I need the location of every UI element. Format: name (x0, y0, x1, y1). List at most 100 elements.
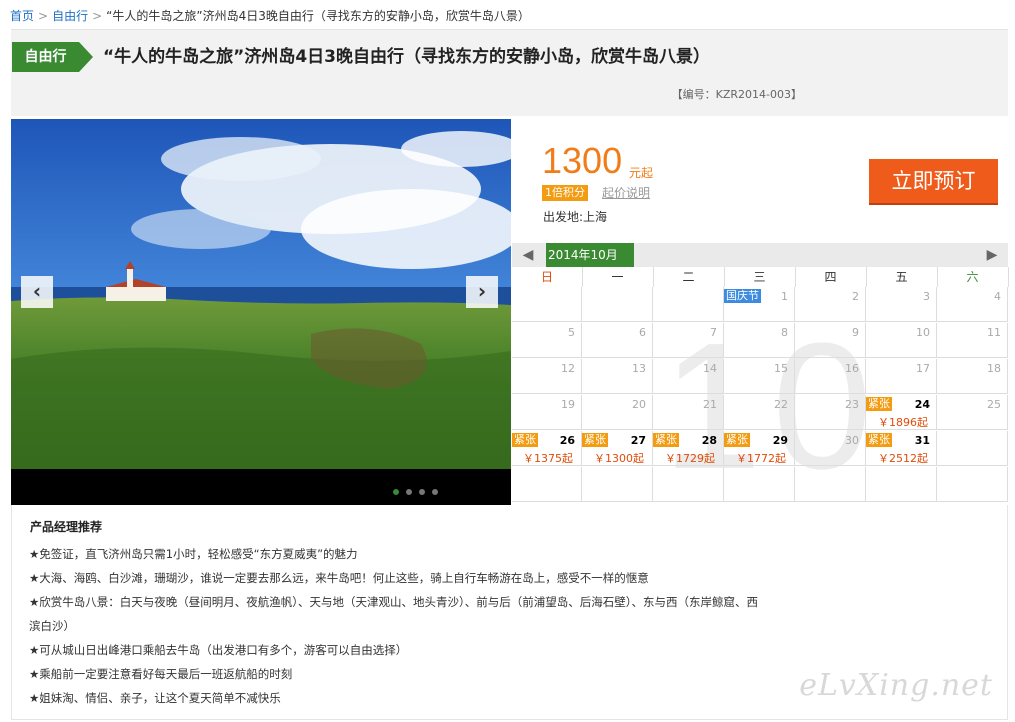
day-number: 2 (852, 290, 859, 303)
day-price: ￥2512起 (878, 452, 928, 465)
site-watermark: eLvXing.net (799, 668, 993, 703)
recommend-item: ★乘船前一定要注意看好每天最后一班返航船的时刻 (29, 667, 293, 681)
chevron-right-icon: > (92, 9, 103, 23)
day-number: 1 (781, 290, 788, 303)
chevron-right-icon: > (38, 9, 49, 23)
calendar-day: 20 (582, 395, 653, 430)
calendar-day: 30 (795, 431, 866, 466)
breadcrumb-current: “牛人的牛岛之旅”济州岛4日3晚自由行（寻找东方的安静小岛，欣赏牛岛八景） (106, 9, 530, 23)
book-now-button[interactable]: 立即预订 (869, 159, 998, 203)
availability-badge: 紧张 (653, 433, 679, 447)
weekday-header: 日 (512, 267, 583, 287)
photo-gallery: ‹ › (11, 119, 511, 505)
calendar-month: 2014年10月 (546, 243, 634, 267)
day-number: 26 (559, 434, 575, 447)
calendar-day: 15 (724, 359, 795, 394)
product-header: 自由行 “牛人的牛岛之旅”济州岛4日3晚自由行（寻找东方的安静小岛，欣赏牛岛八景… (11, 29, 1008, 116)
weekday-header: 四 (795, 267, 867, 287)
calendar-day: 23 (795, 395, 866, 430)
gallery-dot[interactable] (432, 489, 438, 495)
weekday-header: 六 (937, 267, 1009, 287)
day-number: 11 (987, 326, 1001, 339)
calendar-day (937, 467, 1008, 502)
day-price: ￥1300起 (594, 452, 644, 465)
calendar-day[interactable]: 29 紧张 ￥1772起 (724, 431, 795, 466)
price-value: 1300 (542, 140, 623, 181)
calendar-day: 8 (724, 323, 795, 358)
recommend-item: ★姐妹淘、情侣、亲子，让这个夏天简单不减快乐 (29, 691, 281, 705)
gallery-dot[interactable] (406, 489, 412, 495)
day-number: 4 (994, 290, 1001, 303)
calendar-day[interactable]: 26 紧张 ￥1375起 (512, 431, 582, 466)
price-unit: 元起 (629, 166, 654, 180)
calendar-day: 16 (795, 359, 866, 394)
product-code: 【编号：KZR2014-003】 (671, 88, 802, 101)
availability-badge: 紧张 (582, 433, 608, 447)
recommend-item: ★欣赏牛岛八景：白天与夜晚（昼间明月、夜航渔帆）、天与地（天津观山、地头青沙）、… (29, 595, 759, 609)
day-price: ￥1375起 (523, 452, 573, 465)
calendar-day: 6 (582, 323, 653, 358)
calendar-day: 14 (653, 359, 724, 394)
breadcrumb-home-link[interactable]: 首页 (10, 9, 34, 23)
calendar-day: 5 (512, 323, 582, 358)
day-number: 9 (852, 326, 859, 339)
weekday-header: 五 (866, 267, 938, 287)
day-number: 29 (772, 434, 788, 447)
breadcrumb-category-link[interactable]: 自由行 (52, 9, 88, 23)
price-panel: 1300 元起 1倍积分 起价说明 出发地:上海 立即预订 (512, 119, 1008, 243)
day-number: 30 (845, 434, 859, 447)
calendar-day[interactable]: 31 紧张 ￥2512起 (866, 431, 937, 466)
availability-badge: 紧张 (866, 433, 892, 447)
category-tag: 自由行 (12, 42, 93, 72)
day-number: 16 (845, 362, 859, 375)
recommend-item: ★免签证，直飞济州岛只需1小时，轻松感受“东方夏威夷”的魅力 (29, 547, 358, 561)
day-number: 24 (914, 398, 930, 411)
calendar-day (724, 467, 795, 502)
calendar-day: 9 (795, 323, 866, 358)
day-number: 3 (923, 290, 930, 303)
calendar-day: 4 (937, 287, 1008, 322)
day-number: 20 (632, 398, 646, 411)
day-number: 14 (703, 362, 717, 375)
calendar-day: 21 (653, 395, 724, 430)
points-badge: 1倍积分 (542, 185, 588, 201)
gallery-dot[interactable] (393, 489, 399, 495)
calendar-day[interactable]: 27 紧张 ￥1300起 (582, 431, 653, 466)
calendar-day: 13 (582, 359, 653, 394)
calendar-day (653, 467, 724, 502)
departure-city: 出发地:上海 (543, 210, 608, 224)
gallery-photo (11, 119, 511, 469)
day-number: 8 (781, 326, 788, 339)
calendar-day (795, 467, 866, 502)
calendar-day[interactable]: 24 紧张 ￥1896起 (866, 395, 937, 430)
recommend-item: ★可从城山日出峰港口乘船去牛岛（出发港口有多个，游客可以自由选择） (29, 643, 408, 657)
calendar-prev-button[interactable]: ◀ (516, 243, 540, 267)
day-number: 31 (914, 434, 930, 447)
day-number: 25 (987, 398, 1001, 411)
calendar-day: 10 (866, 323, 937, 358)
calendar-day: 19 (512, 395, 582, 430)
gallery-prev-button[interactable]: ‹ (21, 276, 53, 308)
triangle-right-icon: ▶ (986, 247, 998, 263)
gallery-dot[interactable] (419, 489, 425, 495)
day-number: 15 (774, 362, 788, 375)
price-note-link[interactable]: 起价说明 (602, 185, 650, 201)
recommend-item: ★大海、海鸥、白沙滩，珊瑚沙，谁说一定要去那么远，来牛岛吧！何止这些，骑上自行车… (29, 571, 649, 585)
calendar-day: 25 (937, 395, 1008, 430)
day-price: ￥1729起 (665, 452, 715, 465)
day-number: 10 (916, 326, 930, 339)
calendar-next-button[interactable]: ▶ (980, 243, 1004, 267)
calendar-day[interactable]: 28 紧张 ￥1729起 (653, 431, 724, 466)
departure-calendar: ◀ 2014年10月 ▶ 10 日一二三四五六 1 国庆节 2 3 4 5 6 7 8 9 10 11 1… (512, 243, 1009, 505)
chevron-right-icon: › (477, 279, 487, 303)
calendar-day (653, 287, 724, 322)
weekday-header: 一 (582, 267, 654, 287)
breadcrumb: 首页 > 自由行 > “牛人的牛岛之旅”济州岛4日3晚自由行（寻找东方的安静小岛，欣赏牛… (10, 8, 530, 24)
day-number: 21 (703, 398, 717, 411)
gallery-pagination (393, 484, 445, 495)
calendar-day: 12 (512, 359, 582, 394)
calendar-day (512, 467, 582, 502)
calendar-header: ◀ 2014年10月 ▶ (512, 243, 1008, 267)
gallery-next-button[interactable]: › (466, 276, 498, 308)
recommend-title: 产品经理推荐 (30, 520, 103, 534)
